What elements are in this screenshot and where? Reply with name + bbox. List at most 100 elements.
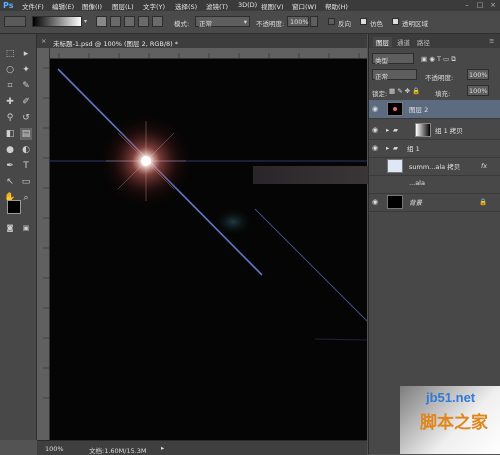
- mode-select[interactable]: 正常 ▾: [195, 16, 250, 28]
- menu-3d[interactable]: 3D(D): [238, 1, 257, 9]
- reflected-gradient-button[interactable]: [138, 16, 149, 27]
- transparency-checkbox[interactable]: [392, 18, 399, 25]
- lasso-tool-icon[interactable]: ○: [4, 64, 16, 76]
- screen-mode-icon[interactable]: ▣: [20, 222, 32, 234]
- quick-mask-icon[interactable]: ◙: [4, 222, 16, 234]
- menu-filter[interactable]: 滤镜(T): [206, 1, 228, 11]
- lens-flare-artwork: [50, 68, 367, 341]
- folder-icon: ▰: [393, 144, 398, 152]
- close-icon[interactable]: ×: [488, 2, 498, 9]
- tool-preset-picker[interactable]: [4, 16, 26, 27]
- blend-mode-select[interactable]: 正常: [372, 69, 417, 81]
- lock-label: 锁定:: [372, 90, 388, 98]
- menu-edit[interactable]: 编辑(E): [52, 1, 74, 11]
- filter-icons[interactable]: ▣ ◉ T ▭ ⧉: [421, 55, 456, 64]
- layer-row-layer-2[interactable]: ◉ 图层 2: [369, 100, 500, 119]
- crop-tool-icon[interactable]: ⌗: [4, 80, 16, 92]
- opacity-dropdown-icon[interactable]: [310, 16, 318, 27]
- dodge-tool-icon[interactable]: ◐: [20, 144, 32, 156]
- linear-gradient-button[interactable]: [96, 16, 107, 27]
- minimize-icon[interactable]: –: [462, 2, 472, 9]
- layer-name: 组 1 拷贝: [435, 127, 463, 135]
- radial-gradient-button[interactable]: [110, 16, 121, 27]
- gradient-preview[interactable]: [32, 16, 82, 27]
- maximize-icon[interactable]: □: [475, 2, 485, 9]
- tab-channels[interactable]: 通道: [397, 37, 410, 47]
- angle-gradient-button[interactable]: [124, 16, 135, 27]
- marquee-tool-icon[interactable]: ▸: [20, 48, 32, 60]
- photoshop-logo: Ps: [3, 1, 14, 10]
- menu-layer[interactable]: 图层(L): [112, 1, 134, 11]
- layer-filter-select[interactable]: 类型: [372, 53, 414, 65]
- document-title: 未标题-1.psd @ 100% (图层 2, RGB/8) *: [53, 40, 179, 48]
- gradient-tool-icon[interactable]: ▤: [20, 128, 32, 140]
- menu-file[interactable]: 文件(F): [22, 1, 44, 11]
- layer-thumbnail: [387, 159, 403, 173]
- layer-thumbnail: [387, 102, 403, 116]
- fill-input[interactable]: 100%: [467, 85, 489, 96]
- panel-menu-icon[interactable]: ≡: [489, 37, 494, 47]
- mode-value: 正常: [199, 20, 212, 28]
- fx-icon[interactable]: fx: [481, 162, 487, 170]
- eraser-tool-icon[interactable]: ◧: [4, 128, 16, 140]
- filter-value: 类型: [375, 57, 388, 65]
- menu-bar: Ps 文件(F) 编辑(E) 图像(I) 图层(L) 文字(Y) 选择(S) 滤…: [0, 0, 500, 11]
- fill-value: 100%: [469, 87, 488, 95]
- tab-paths[interactable]: 路径: [417, 37, 430, 47]
- menu-select[interactable]: 选择(S): [175, 1, 197, 11]
- healing-brush-tool-icon[interactable]: ✚: [4, 96, 16, 108]
- shape-tool-icon[interactable]: ▭: [20, 176, 32, 188]
- quick-select-tool-icon[interactable]: ✦: [20, 64, 32, 76]
- menu-view[interactable]: 视图(V): [261, 1, 284, 11]
- gradient-dropdown-icon[interactable]: ▾: [84, 16, 92, 27]
- layer-row-group-1-copy[interactable]: ◉ ▸ ▰ 组 1 拷贝: [369, 121, 500, 140]
- menu-type[interactable]: 文字(Y): [143, 1, 165, 11]
- pen-tool-icon[interactable]: ✒: [4, 160, 16, 172]
- move-tool-icon[interactable]: ⬚: [4, 48, 16, 60]
- document-canvas[interactable]: [50, 59, 367, 440]
- drag-preview-strip: [253, 166, 369, 184]
- menu-help[interactable]: 帮助(H): [325, 1, 348, 11]
- layer-opacity-input[interactable]: 100%: [467, 69, 489, 80]
- menu-image[interactable]: 图像(I): [82, 1, 102, 11]
- brush-tool-icon[interactable]: ✐: [20, 96, 32, 108]
- visibility-eye-icon[interactable]: ◉: [372, 105, 380, 113]
- opacity-input[interactable]: 100%: [287, 16, 309, 27]
- vertical-ruler: [37, 48, 50, 440]
- visibility-eye-icon[interactable]: ◉: [372, 126, 380, 134]
- expand-arrow-icon[interactable]: ▸: [386, 126, 389, 134]
- lock-icons[interactable]: ▦ ✎ ✥ 🔒: [389, 87, 420, 95]
- watermark-brand: 脚本之家: [420, 413, 488, 433]
- status-menu-arrow-icon[interactable]: ▸: [161, 444, 164, 452]
- menu-window[interactable]: 窗口(W): [292, 1, 317, 11]
- path-select-tool-icon[interactable]: ↖: [4, 176, 16, 188]
- layer-row-smart-copy[interactable]: summ...ala 拷贝 fx: [369, 157, 500, 176]
- type-tool-icon[interactable]: T: [20, 160, 32, 172]
- transparency-label: 透明区域: [402, 20, 428, 28]
- zoom-level[interactable]: 100%: [45, 445, 64, 453]
- layer-row-smart[interactable]: ...ala: [369, 175, 500, 194]
- expand-arrow-icon[interactable]: ▸: [386, 144, 389, 152]
- history-brush-tool-icon[interactable]: ↺: [20, 112, 32, 124]
- fill-label: 填充:: [435, 90, 451, 98]
- diamond-gradient-button[interactable]: [152, 16, 163, 27]
- blur-tool-icon[interactable]: ●: [4, 144, 16, 156]
- foreground-color-swatch[interactable]: [7, 200, 21, 214]
- group-mask-thumbnail: [415, 123, 431, 137]
- document-tab[interactable]: 未标题-1.psd @ 100% (图层 2, RGB/8) * ×: [37, 34, 367, 49]
- layer-row-background[interactable]: ◉ 背景 🔒: [369, 193, 500, 212]
- visibility-eye-icon[interactable]: ◉: [372, 198, 380, 206]
- dither-checkbox[interactable]: [360, 18, 367, 25]
- clone-stamp-tool-icon[interactable]: ⚲: [4, 112, 16, 124]
- reverse-checkbox[interactable]: [328, 18, 335, 25]
- tab-layers[interactable]: 图层: [373, 37, 392, 47]
- visibility-eye-icon[interactable]: ◉: [372, 144, 380, 152]
- zoom-tool-icon[interactable]: ⌕: [20, 192, 32, 204]
- layer-name: 背景: [409, 199, 422, 207]
- close-tab-icon[interactable]: ×: [41, 37, 46, 45]
- layer-row-group-1[interactable]: ◉ ▸ ▰ 组 1: [369, 139, 500, 158]
- eyedropper-tool-icon[interactable]: ✎: [20, 80, 32, 92]
- watermark-site: jb51.net: [426, 390, 476, 405]
- layer-opacity-label: 不透明度:: [425, 74, 454, 82]
- dither-label: 仿色: [370, 20, 383, 28]
